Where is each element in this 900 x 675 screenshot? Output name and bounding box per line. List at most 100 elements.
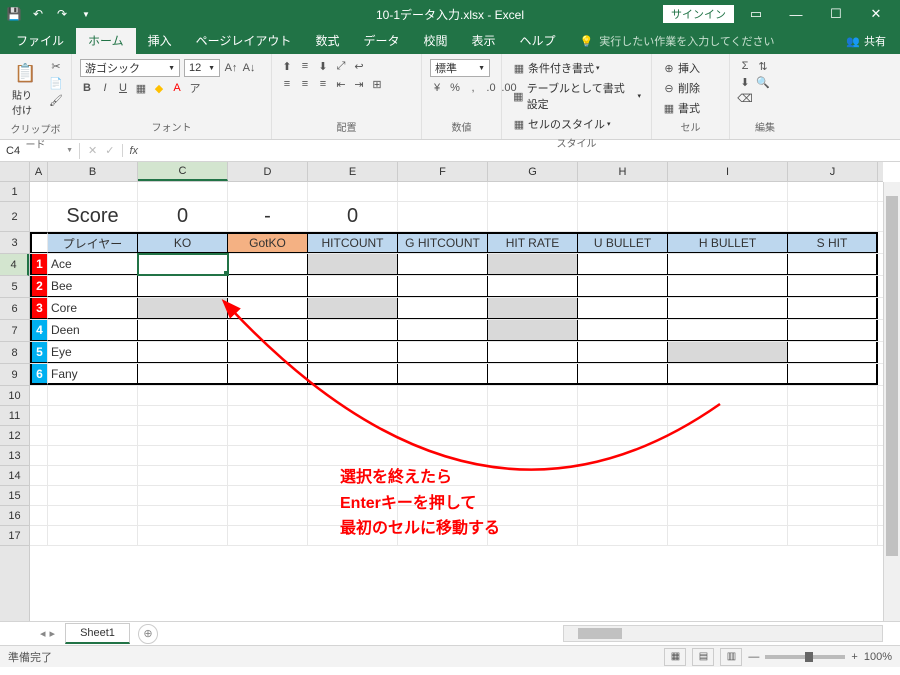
row-header-13[interactable]: 13	[0, 446, 29, 466]
cell[interactable]	[228, 364, 308, 385]
italic-icon[interactable]: I	[98, 81, 112, 95]
cell[interactable]	[398, 254, 488, 275]
cell[interactable]	[578, 426, 668, 445]
cell[interactable]	[228, 342, 308, 363]
cell[interactable]	[788, 182, 878, 201]
cell[interactable]	[138, 254, 228, 275]
cell[interactable]	[488, 342, 578, 363]
cell[interactable]: 5	[30, 342, 48, 363]
cell[interactable]	[578, 526, 668, 545]
cell[interactable]	[668, 364, 788, 385]
cut-icon[interactable]: ✂	[49, 59, 63, 73]
conditional-format-button[interactable]: ▦条件付き書式▾	[510, 59, 602, 77]
name-box[interactable]: C4▼	[0, 143, 80, 159]
cell[interactable]	[578, 386, 668, 405]
find-icon[interactable]: 🔍	[756, 75, 770, 89]
fx-icon[interactable]: fx	[123, 145, 144, 157]
cell[interactable]	[788, 486, 878, 505]
col-header-J[interactable]: J	[788, 162, 878, 181]
sort-filter-icon[interactable]: ⇅	[756, 59, 770, 73]
cell[interactable]	[308, 386, 398, 405]
cell[interactable]	[30, 486, 48, 505]
cell[interactable]: Core	[48, 298, 138, 319]
cell[interactable]	[398, 364, 488, 385]
cell[interactable]	[788, 526, 878, 545]
cell[interactable]	[398, 202, 488, 231]
bold-icon[interactable]: B	[80, 81, 94, 95]
cell[interactable]	[668, 426, 788, 445]
tell-me-input[interactable]: 💡 実行したい作業を入力してください	[568, 28, 787, 54]
share-button[interactable]: 👥 共有	[836, 28, 896, 54]
cell[interactable]	[308, 406, 398, 425]
close-icon[interactable]: ✕	[858, 2, 894, 26]
cell[interactable]: 6	[30, 364, 48, 385]
insert-cells-button[interactable]: ⊕挿入	[660, 59, 702, 77]
cell[interactable]	[228, 182, 308, 201]
cell[interactable]	[308, 446, 398, 465]
col-header-H[interactable]: H	[578, 162, 668, 181]
cell[interactable]	[308, 276, 398, 297]
cell[interactable]	[30, 386, 48, 405]
cell[interactable]: -	[228, 202, 308, 231]
cell[interactable]	[30, 466, 48, 485]
cell[interactable]: Eye	[48, 342, 138, 363]
cell[interactable]	[398, 342, 488, 363]
format-cells-button[interactable]: ▦書式	[660, 99, 702, 117]
cell[interactable]	[488, 320, 578, 341]
cell[interactable]	[138, 426, 228, 445]
cell[interactable]	[138, 342, 228, 363]
cell[interactable]	[48, 506, 138, 525]
phonetic-icon[interactable]: ア	[188, 81, 202, 95]
cell[interactable]: 1	[30, 254, 48, 275]
cell[interactable]	[228, 486, 308, 505]
row-header-1[interactable]: 1	[0, 182, 29, 202]
cell[interactable]	[228, 426, 308, 445]
ribbon-options-icon[interactable]: ▭	[738, 2, 774, 26]
cell[interactable]	[578, 254, 668, 275]
fill-color-icon[interactable]: ◆	[152, 81, 166, 95]
cell[interactable]: 0	[308, 202, 398, 231]
cell[interactable]: Deen	[48, 320, 138, 341]
merge-icon[interactable]: ⊞	[370, 77, 384, 91]
align-middle-icon[interactable]: ≡	[298, 59, 312, 73]
tab-help[interactable]: ヘルプ	[508, 27, 568, 54]
row-header-15[interactable]: 15	[0, 486, 29, 506]
cell[interactable]	[138, 406, 228, 425]
cell[interactable]	[138, 320, 228, 341]
col-header-D[interactable]: D	[228, 162, 308, 181]
tab-review[interactable]: 校閲	[411, 27, 459, 54]
cell[interactable]: S HIT	[788, 232, 878, 253]
cell[interactable]	[138, 298, 228, 319]
cell[interactable]	[308, 526, 398, 545]
cell[interactable]	[308, 506, 398, 525]
cell[interactable]	[788, 446, 878, 465]
cell[interactable]	[308, 466, 398, 485]
tab-file[interactable]: ファイル	[4, 27, 76, 54]
font-size-select[interactable]: 12▼	[184, 59, 220, 77]
cell[interactable]	[488, 202, 578, 231]
cell[interactable]	[398, 486, 488, 505]
cell[interactable]	[788, 276, 878, 297]
cell[interactable]	[308, 486, 398, 505]
cell[interactable]	[488, 506, 578, 525]
shrink-font-icon[interactable]: A↓	[242, 61, 256, 75]
select-all-corner[interactable]	[0, 162, 30, 182]
cell[interactable]	[788, 254, 878, 275]
cell[interactable]	[398, 320, 488, 341]
cell[interactable]	[228, 406, 308, 425]
cell[interactable]	[138, 386, 228, 405]
cell[interactable]	[398, 298, 488, 319]
cell[interactable]	[228, 254, 308, 275]
add-sheet-button[interactable]: ⊕	[138, 624, 158, 644]
cell[interactable]	[788, 342, 878, 363]
cell[interactable]: プレイヤー	[48, 232, 138, 253]
underline-icon[interactable]: U	[116, 81, 130, 95]
cell[interactable]	[308, 298, 398, 319]
border-icon[interactable]: ▦	[134, 81, 148, 95]
row-header-5[interactable]: 5	[0, 276, 29, 298]
cell[interactable]	[398, 406, 488, 425]
cells-area[interactable]: Score0-0プレイヤーKOGotKOHITCOUNTG HITCOUNTHI…	[30, 182, 883, 621]
cell[interactable]	[138, 364, 228, 385]
cell[interactable]	[788, 466, 878, 485]
number-format-select[interactable]: 標準▼	[430, 59, 490, 77]
